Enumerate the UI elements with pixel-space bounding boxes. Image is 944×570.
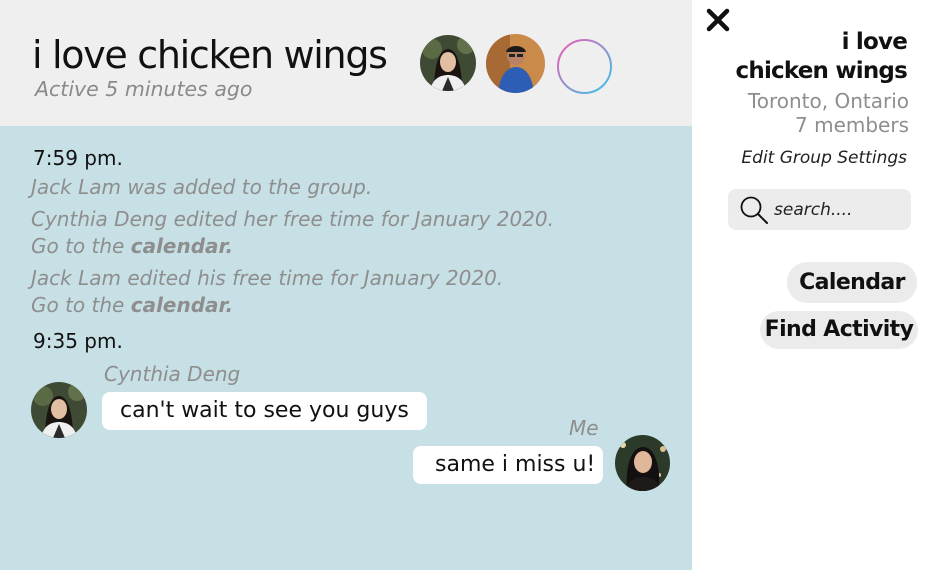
add-member-icon — [557, 39, 612, 94]
chat-header: i love chicken wings Active 5 minutes ag… — [0, 0, 692, 126]
message-bubble-incoming: can't wait to see you guys — [102, 392, 427, 430]
goto-prefix: Go to the — [31, 293, 131, 317]
add-member-button[interactable] — [556, 38, 613, 95]
member-avatar-cynthia[interactable] — [420, 35, 476, 91]
member-count: 7 members — [795, 113, 909, 137]
system-message-text: Cynthia Deng edited her free time for Ja… — [31, 207, 554, 231]
sender-name-me: Me — [569, 416, 599, 440]
message-bubble-outgoing: same i miss u! — [413, 446, 604, 484]
system-message-goto: Go to the calendar. — [31, 292, 503, 319]
chat-area: i love chicken wings Active 5 minutes ag… — [0, 0, 692, 570]
search-input[interactable] — [774, 195, 904, 224]
search-icon — [739, 195, 769, 225]
system-message: Cynthia Deng edited her free time for Ja… — [31, 206, 554, 260]
sender-avatar-cynthia[interactable] — [31, 382, 87, 438]
goto-prefix: Go to the — [31, 234, 131, 258]
calendar-link[interactable]: calendar. — [131, 293, 233, 317]
group-location: Toronto, Ontario — [747, 89, 909, 113]
group-info-panel: i love chicken wings Toronto, Ontario 7 … — [692, 0, 944, 570]
member-avatar-jack[interactable] — [486, 34, 545, 93]
panel-title-line1: i love — [841, 29, 908, 55]
search-box — [728, 189, 911, 230]
panel-group-title: i love chicken wings — [707, 28, 908, 86]
sender-name: Cynthia Deng — [104, 362, 241, 386]
group-title: i love chicken wings — [32, 33, 388, 77]
system-message-text: Jack Lam edited his free time for Januar… — [31, 266, 504, 290]
timestamp: 7:59 pm. — [33, 146, 123, 170]
system-message-goto: Go to the calendar. — [31, 233, 554, 260]
system-message: Jack Lam was added to the group. — [31, 175, 373, 199]
panel-title-line2: chicken wings — [735, 58, 908, 84]
group-status: Active 5 minutes ago — [35, 77, 253, 101]
calendar-link[interactable]: calendar. — [131, 234, 233, 258]
system-message: Jack Lam edited his free time for Januar… — [31, 265, 503, 319]
app-window: i love chicken wings Active 5 minutes ag… — [0, 0, 944, 570]
calendar-button[interactable]: Calendar — [787, 262, 917, 303]
find-activity-button[interactable]: Find Activity — [760, 311, 918, 349]
my-avatar[interactable] — [615, 435, 670, 491]
timestamp: 9:35 pm. — [33, 329, 123, 353]
edit-group-settings-link[interactable]: Edit Group Settings — [741, 148, 907, 168]
